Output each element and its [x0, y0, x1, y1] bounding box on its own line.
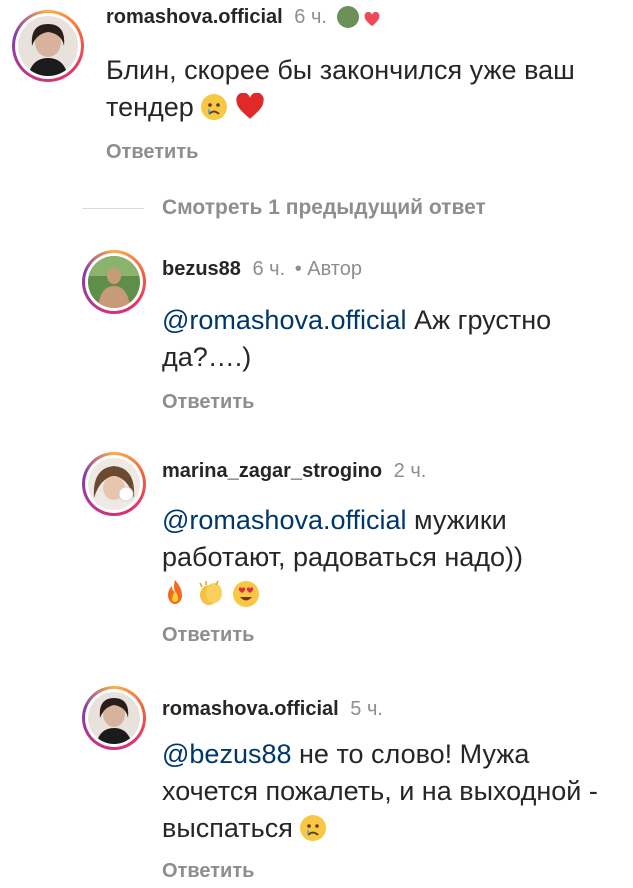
divider-line	[82, 208, 144, 209]
username[interactable]: bezus88	[162, 258, 241, 280]
avatar[interactable]	[12, 10, 84, 82]
crying-face-emoji	[201, 94, 228, 120]
comment-text: Блин, скорее бы закончился уже ваш тенде…	[106, 55, 575, 122]
username[interactable]: marina_zagar_strogino	[162, 460, 382, 482]
avatar[interactable]	[82, 452, 146, 516]
view-previous-replies-button[interactable]: Смотреть 1 предыдущий ответ	[162, 196, 486, 220]
clapping-hands-emoji	[196, 579, 226, 617]
crying-face-emoji	[300, 815, 327, 841]
comment-time: 6 ч.	[252, 258, 286, 280]
username[interactable]: romashova.official	[106, 6, 283, 28]
comment-time: 2 ч.	[393, 460, 427, 482]
liked-avatar-icon	[336, 6, 359, 28]
mention-link[interactable]: @romashova.official	[162, 505, 407, 535]
avatar[interactable]	[82, 250, 146, 314]
reply-button[interactable]: Ответить	[162, 624, 254, 647]
reply-button[interactable]: Ответить	[106, 141, 198, 164]
reply-button[interactable]: Ответить	[162, 860, 254, 883]
red-heart-emoji	[235, 92, 265, 130]
comment-time: 5 ч.	[350, 698, 383, 720]
red-heart-icon[interactable]	[364, 10, 380, 33]
mention-link[interactable]: @romashova.official	[162, 305, 407, 335]
mention-link[interactable]: @bezus88	[162, 739, 292, 769]
heart-eyes-emoji	[233, 581, 260, 607]
reply-button[interactable]: Ответить	[162, 391, 254, 414]
avatar[interactable]	[82, 686, 146, 750]
fire-emoji	[162, 579, 188, 617]
comment-time: 6 ч.	[294, 6, 327, 28]
username[interactable]: romashova.official	[162, 698, 339, 720]
author-tag: • Автор	[294, 258, 362, 280]
